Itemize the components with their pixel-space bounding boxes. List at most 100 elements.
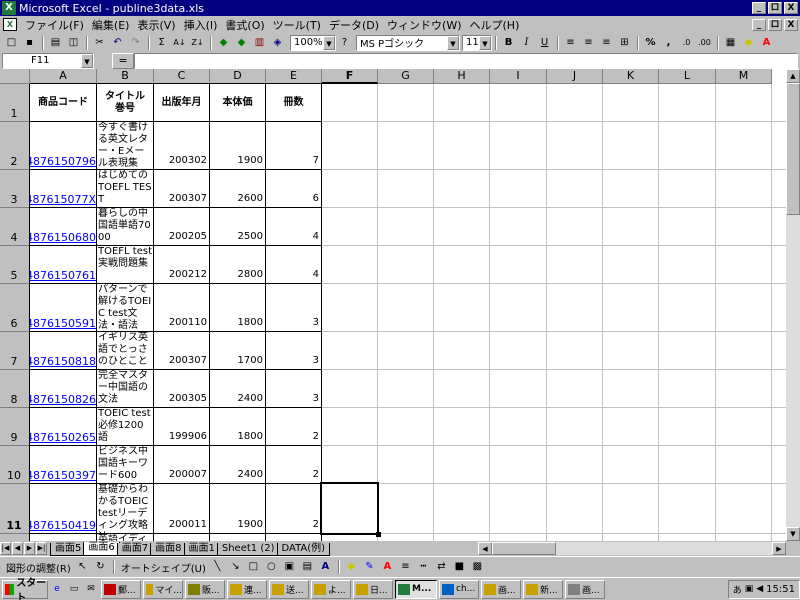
column-header-l[interactable]: L — [659, 69, 716, 84]
column-header-j[interactable]: J — [547, 69, 603, 84]
volume-icon[interactable]: ◀ — [756, 584, 763, 594]
arrow-right-icon[interactable]: ◆ — [233, 35, 250, 51]
price-cell[interactable]: 1900 — [210, 122, 265, 169]
pub-date-cell[interactable]: 200305 — [154, 370, 209, 407]
chevron-down-icon[interactable]: ▼ — [447, 35, 459, 50]
save-icon[interactable]: ▪ — [21, 35, 38, 51]
taskbar-task[interactable]: よ... — [311, 579, 351, 599]
column-header-f[interactable]: F — [322, 69, 378, 84]
price-cell[interactable]: 1800 — [210, 284, 265, 331]
adjust-shapes-menu[interactable]: 図形の調整(R) — [3, 560, 74, 575]
product-code-link[interactable]: 4876150419 — [30, 484, 96, 533]
quantity-cell[interactable]: 2 — [266, 446, 321, 483]
quantity-cell[interactable]: 3 — [266, 332, 321, 369]
select-pointer-icon[interactable]: ↖ — [74, 559, 91, 575]
taskbar-task[interactable]: M... — [395, 579, 437, 599]
fill-handle[interactable] — [376, 532, 381, 537]
product-code-link[interactable]: 4876150818 — [30, 332, 96, 369]
taskbar-task[interactable]: 連... — [227, 579, 267, 599]
network-icon[interactable]: ▣ — [745, 584, 754, 594]
fill-color-icon[interactable]: ◆ — [740, 35, 757, 51]
pub-date-cell[interactable]: 200307 — [154, 332, 209, 369]
select-all-corner[interactable] — [0, 69, 30, 84]
column-header-b[interactable]: B — [97, 69, 154, 84]
prev-sheet-icon[interactable]: ◀ — [12, 542, 23, 555]
title-cell[interactable]: TOEFL test実戦問題集 — [97, 246, 153, 283]
comma-button[interactable]: , — [660, 35, 677, 51]
free-rotate-icon[interactable]: ↻ — [92, 559, 109, 575]
menu-data[interactable]: データ(D) — [325, 17, 383, 33]
vertical-scroll-thumb[interactable] — [786, 83, 800, 215]
chart-icon[interactable]: ▥ — [251, 35, 268, 51]
header-title[interactable]: タイトル 巻号 — [97, 84, 153, 121]
title-cell[interactable]: 暮らしの中国語単語7000 — [97, 208, 153, 245]
oval-icon[interactable]: ○ — [263, 559, 280, 575]
edit-formula-button[interactable]: = — [112, 52, 134, 69]
product-code-link[interactable]: 487615077X — [30, 170, 96, 207]
font-size-select[interactable]: 11 ▼ — [462, 34, 492, 51]
first-sheet-icon[interactable]: |◀ — [0, 542, 11, 555]
sheet-tab[interactable]: 画面6 — [83, 542, 120, 556]
price-cell[interactable]: 2600 — [210, 170, 265, 207]
quantity-cell[interactable]: 7 — [266, 122, 321, 169]
title-cell[interactable]: ビジネス中国語キーワード600 — [97, 446, 153, 483]
clock[interactable]: 15:51 — [766, 584, 795, 595]
column-header-d[interactable]: D — [210, 69, 266, 84]
autosum-icon[interactable]: Σ — [153, 35, 170, 51]
quicklaunch-mail-icon[interactable]: ✉ — [83, 581, 99, 597]
scroll-left-icon[interactable]: ◀ — [478, 542, 492, 555]
product-code-link[interactable]: 4876150265 — [30, 408, 96, 445]
row-header[interactable]: 7 — [0, 332, 30, 370]
arrow-left-icon[interactable]: ◆ — [215, 35, 232, 51]
pub-date-cell[interactable]: 200011 — [154, 484, 209, 533]
selected-cell-f11[interactable] — [320, 482, 379, 535]
row-header[interactable]: 11 — [0, 484, 30, 534]
fill-color-icon[interactable]: ◆ — [343, 559, 360, 575]
font-select[interactable]: MS Pゴシック ▼ — [356, 34, 460, 51]
ime-indicator[interactable]: あ — [733, 583, 742, 596]
pub-date-cell[interactable]: 200307 — [154, 170, 209, 207]
quicklaunch-ie-icon[interactable]: e — [49, 581, 65, 597]
menu-file[interactable]: ファイル(F) — [21, 17, 88, 33]
name-box[interactable]: F11 ▼ — [2, 52, 94, 69]
quantity-cell[interactable]: 3 — [266, 284, 321, 331]
menu-view[interactable]: 表示(V) — [133, 17, 179, 33]
title-cell[interactable]: TOEIC test必修1200語 — [97, 408, 153, 445]
percent-button[interactable]: % — [642, 35, 659, 51]
pub-date-cell[interactable]: 200205 — [154, 208, 209, 245]
font-color-icon[interactable]: A — [379, 559, 396, 575]
column-header-g[interactable]: G — [378, 69, 434, 84]
row-header[interactable]: 1 — [0, 84, 30, 122]
menu-tools[interactable]: ツール(T) — [269, 17, 325, 33]
italic-button[interactable]: I — [518, 35, 535, 51]
scroll-up-icon[interactable]: ▲ — [786, 69, 800, 83]
minimize-button[interactable]: _ — [752, 2, 766, 14]
borders-icon[interactable]: ▦ — [722, 35, 739, 51]
decrease-decimal-icon[interactable]: .00 — [696, 35, 713, 51]
dash-style-icon[interactable]: ┅ — [415, 559, 432, 575]
menu-insert[interactable]: 挿入(I) — [180, 17, 222, 33]
last-sheet-icon[interactable]: ▶| — [36, 542, 47, 555]
price-cell[interactable]: 1700 — [210, 332, 265, 369]
taskbar-task[interactable]: 日... — [353, 579, 393, 599]
row-header[interactable]: 5 — [0, 246, 30, 284]
doc-close-button[interactable]: X — [784, 18, 798, 31]
preview-icon[interactable]: ◫ — [65, 35, 82, 51]
menu-window[interactable]: ウィンドウ(W) — [383, 17, 465, 33]
taskbar-task[interactable]: 画... — [565, 579, 605, 599]
header-product-code[interactable]: 商品コード — [30, 84, 96, 121]
price-cell[interactable]: 1900 — [210, 484, 265, 533]
price-cell[interactable]: 2800 — [210, 246, 265, 283]
title-cell[interactable]: 基礎からわかるTOEIC testリーディング攻略法 — [97, 484, 153, 533]
title-cell[interactable]: 完全マスター中国語の文法 — [97, 370, 153, 407]
taskbar-task[interactable]: 送... — [269, 579, 309, 599]
sheet-tab[interactable]: DATA(例) — [276, 543, 331, 556]
title-cell[interactable]: はじめてのTOEFL TEST — [97, 170, 153, 207]
chevron-down-icon[interactable]: ▼ — [81, 53, 93, 68]
scroll-down-icon[interactable]: ▼ — [786, 527, 800, 541]
quantity-cell[interactable]: 2 — [266, 484, 321, 533]
taskbar-task[interactable]: マイ... — [143, 579, 183, 599]
wordart-icon[interactable]: A — [317, 559, 334, 575]
quicklaunch-desktop-icon[interactable]: ▭ — [66, 581, 82, 597]
price-cell[interactable]: 2400 — [210, 446, 265, 483]
